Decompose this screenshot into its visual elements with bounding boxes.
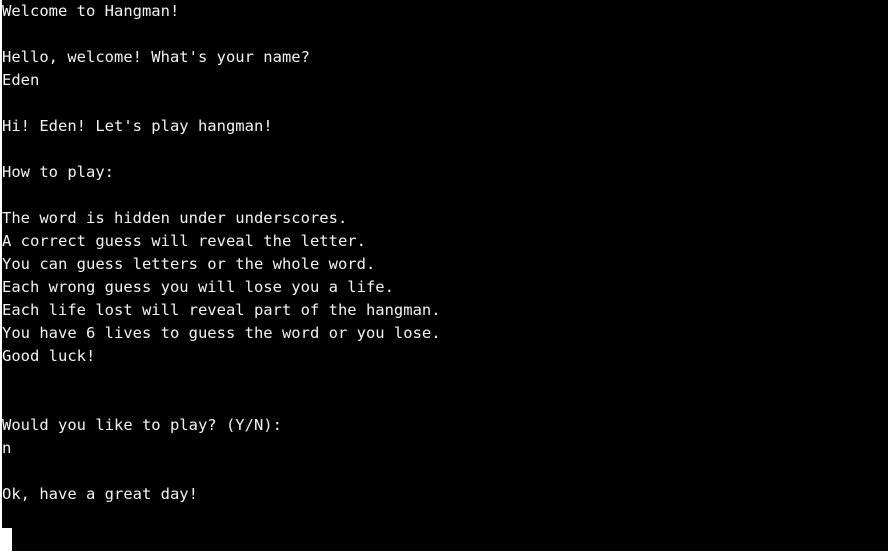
- play-prompt-line: Would you like to play? (Y/N):: [2, 416, 282, 434]
- terminal-window[interactable]: Welcome to Hangman! Hello, welcome! What…: [2, 0, 888, 551]
- goodbye-line: Ok, have a great day!: [2, 485, 198, 503]
- name-prompt-line: Hello, welcome! What's your name?: [2, 48, 310, 66]
- instruction-line: You have 6 lives to guess the word or yo…: [2, 324, 441, 342]
- good-luck-line: Good luck!: [2, 347, 96, 365]
- instruction-line: Each wrong guess you will lose you a lif…: [2, 278, 394, 296]
- greeting-line: Hi! Eden! Let's play hangman!: [2, 117, 273, 135]
- how-to-play-heading: How to play:: [2, 163, 114, 181]
- instruction-line: The word is hidden under underscores.: [2, 209, 348, 227]
- play-answer-input-line: n: [2, 439, 12, 457]
- instruction-line: Each life lost will reveal part of the h…: [2, 301, 441, 319]
- title-line: Welcome to Hangman!: [2, 2, 180, 20]
- user-name-input-line: Eden: [2, 71, 40, 89]
- instruction-line: You can guess letters or the whole word.: [2, 255, 376, 273]
- terminal-cursor: [2, 528, 12, 551]
- instruction-line: A correct guess will reveal the letter.: [2, 232, 366, 250]
